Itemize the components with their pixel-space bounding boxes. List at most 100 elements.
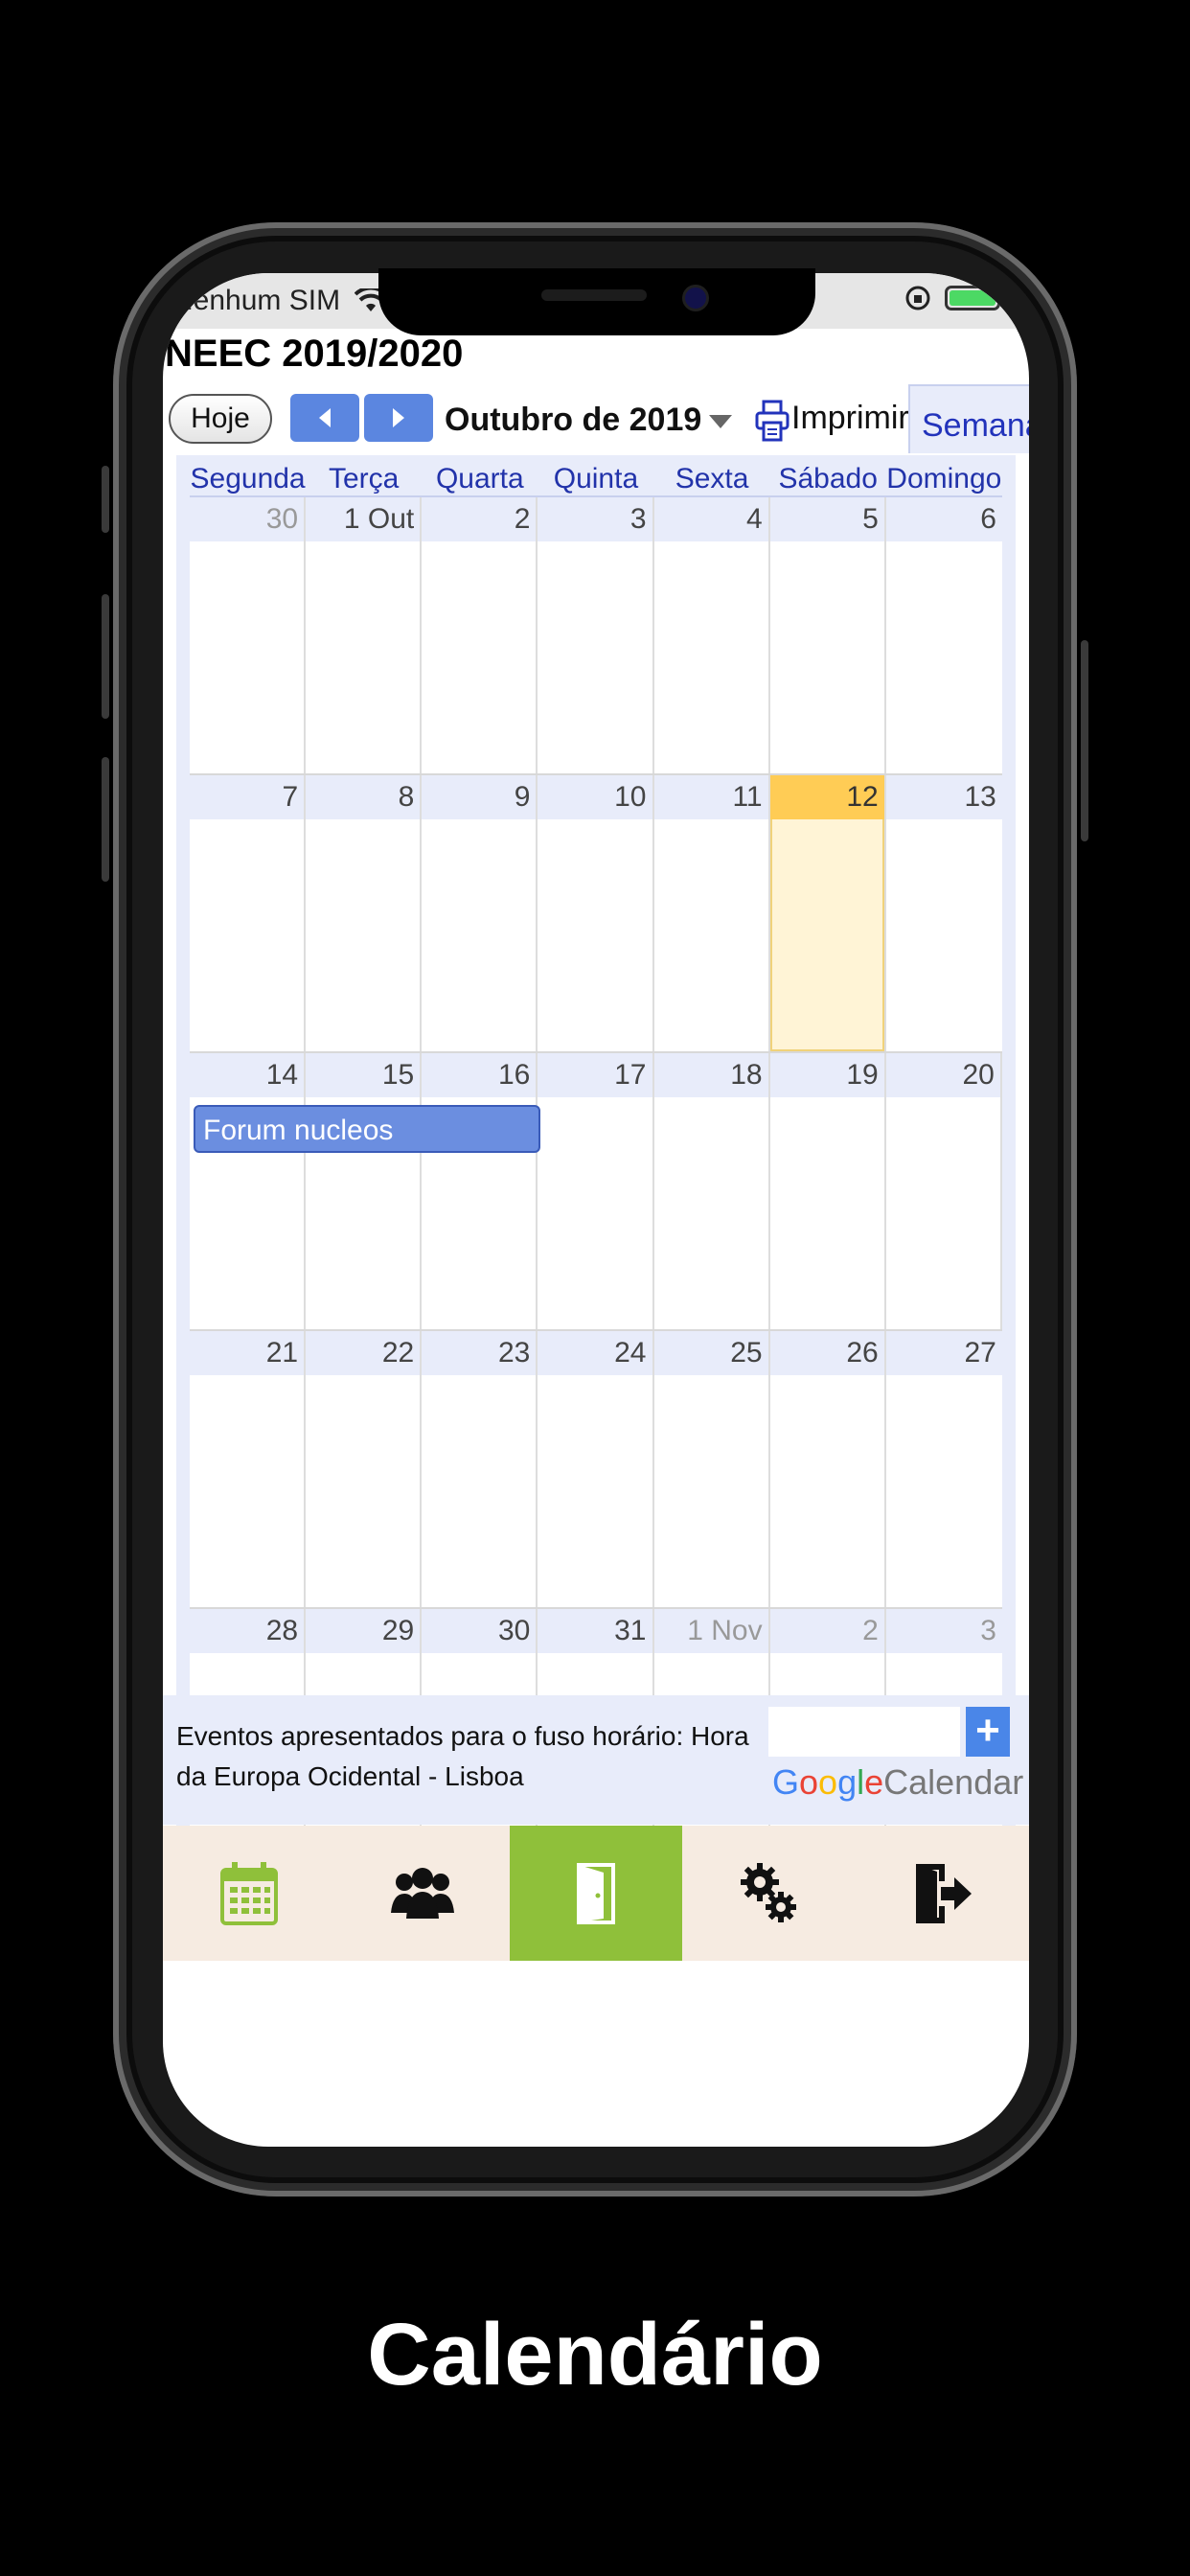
page-title: NEEC 2019/2020 [165, 333, 464, 375]
day-number: 18 [653, 1053, 768, 1097]
calendar-day[interactable]: 22 [306, 1331, 423, 1607]
calendar-day[interactable]: 13 [885, 775, 1002, 1051]
tab-week[interactable]: Semana [908, 384, 1029, 453]
gears-icon [740, 1862, 796, 1922]
carrier-label: Nenhum SIM [172, 285, 341, 316]
weekday-header: Segunda Terça Quarta Quinta Sexta Sábado Domin… [190, 455, 1002, 497]
day-number: 26 [769, 1331, 884, 1375]
phone-side-button [102, 757, 109, 882]
day-number: 27 [885, 1331, 1002, 1375]
day-number: 30 [422, 1609, 537, 1653]
printer-icon[interactable] [755, 400, 790, 442]
day-number: 25 [653, 1331, 768, 1375]
calendar-day[interactable]: 20 [885, 1053, 1002, 1329]
calendar-day[interactable]: 14 [190, 1053, 307, 1329]
google-calendar-logo[interactable]: GoogleCalendar [772, 1762, 1023, 1803]
month-dropdown-icon[interactable] [709, 415, 732, 428]
calendar-day[interactable]: 23 [422, 1331, 538, 1607]
day-number: 3 [538, 497, 652, 541]
weekday-label: Domingo [886, 463, 1002, 494]
calendar-day[interactable]: 11 [653, 775, 770, 1051]
phone-notch [378, 268, 815, 335]
calendar-day[interactable]: 25 [653, 1331, 770, 1607]
battery-level [950, 290, 995, 306]
google-logo-letter: e [864, 1762, 884, 1802]
day-number: 11 [653, 775, 768, 819]
calendar-day[interactable]: 5 [769, 497, 886, 773]
logout-icon [915, 1863, 972, 1923]
calendar-day[interactable]: 17 [538, 1053, 654, 1329]
chevron-left-icon [319, 408, 331, 427]
prev-month-button[interactable] [290, 394, 359, 442]
weekday-label: Sexta [675, 463, 749, 494]
group-icon [391, 1867, 455, 1919]
google-logo-letter: o [799, 1762, 819, 1802]
chevron-right-icon [393, 408, 404, 427]
tab-entrance[interactable] [509, 1826, 683, 1961]
calendar-day[interactable]: 26 [769, 1331, 886, 1607]
calendar-week-row: 21 22 23 24 25 26 27 [190, 1331, 1002, 1609]
calendar-day[interactable]: 24 [538, 1331, 654, 1607]
door-icon [576, 1862, 615, 1924]
weekday-label: Quarta [435, 463, 524, 494]
tab-calendar[interactable] [163, 1826, 336, 1961]
tab-settings[interactable] [682, 1826, 856, 1961]
day-number: 29 [306, 1609, 421, 1653]
calendar-day[interactable]: 21 [190, 1331, 307, 1607]
day-number: 10 [538, 775, 652, 819]
google-logo-letter: G [772, 1762, 800, 1802]
today-button[interactable]: Hoje [169, 394, 272, 444]
calendar-week-row: 14 15 16 17 18 19 20 Forum nucleos [190, 1053, 1002, 1331]
tab-logout[interactable] [856, 1826, 1029, 1961]
calendar-day[interactable]: 30 [190, 497, 307, 773]
day-number: 24 [538, 1331, 652, 1375]
calendar-day[interactable]: 15 [306, 1053, 423, 1329]
calendar-day-today[interactable]: 12 [769, 775, 886, 1051]
day-number: 20 [885, 1053, 1000, 1097]
calendar-day[interactable]: 7 [190, 775, 307, 1051]
calendar-toolbar: Hoje Outubro de 2019 Imprimir Semana [163, 384, 1029, 455]
bottom-tab-bar [163, 1826, 1029, 1961]
day-number: 31 [538, 1609, 652, 1653]
calendar-day[interactable]: 4 [653, 497, 770, 773]
front-camera [682, 285, 709, 311]
weekday-label: Segunda [190, 463, 306, 494]
calendar-day[interactable]: 6 [885, 497, 1002, 773]
weekday-label: Terça [329, 463, 400, 494]
day-number: 19 [769, 1053, 884, 1097]
phone-side-button [102, 466, 109, 533]
day-number: 4 [653, 497, 768, 541]
calendar-day[interactable]: 9 [422, 775, 538, 1051]
tab-members[interactable] [336, 1826, 510, 1961]
month-label: Outubro de 2019 [445, 402, 702, 438]
google-logo-calendar-word: Calendar [883, 1762, 1024, 1802]
calendar-day[interactable]: 3 [538, 497, 654, 773]
orientation-lock-icon [905, 286, 930, 310]
google-logo-letter: o [818, 1762, 838, 1802]
weekday-label: Sábado [778, 463, 878, 494]
calendar-event[interactable]: Forum nucleos [194, 1105, 540, 1153]
weekday-label: Quinta [553, 463, 639, 494]
day-number: 30 [190, 497, 305, 541]
calendar-day[interactable]: 2 [422, 497, 538, 773]
calendar-day[interactable]: 8 [306, 775, 423, 1051]
day-number: 1 Out [306, 497, 421, 541]
month-calendar: Segunda Terça Quarta Quinta Sexta Sábado Domin… [176, 455, 1016, 1887]
phone-speaker [541, 289, 647, 301]
calendar-day[interactable]: 10 [538, 775, 654, 1051]
calendar-day[interactable]: 18 [653, 1053, 770, 1329]
next-month-button[interactable] [364, 394, 433, 442]
calendar-week-row: 30 1 Out 2 3 4 5 6 [190, 497, 1002, 775]
calendar-day[interactable]: 1 Out [306, 497, 423, 773]
day-number: 15 [306, 1053, 421, 1097]
day-number: 5 [769, 497, 884, 541]
add-to-google-calendar-button[interactable]: + [966, 1707, 1010, 1757]
day-number: 1 Nov [653, 1609, 768, 1653]
calendar-day[interactable]: 19 [769, 1053, 886, 1329]
calendar-day[interactable]: 16 [422, 1053, 538, 1329]
calendar-day[interactable]: 27 [885, 1331, 1002, 1607]
timezone-note: Eventos apresentados para o fuso horário… [176, 1721, 749, 1791]
day-number: 23 [422, 1331, 537, 1375]
phone-side-button [1081, 640, 1088, 841]
print-link[interactable]: Imprimir [791, 400, 909, 437]
